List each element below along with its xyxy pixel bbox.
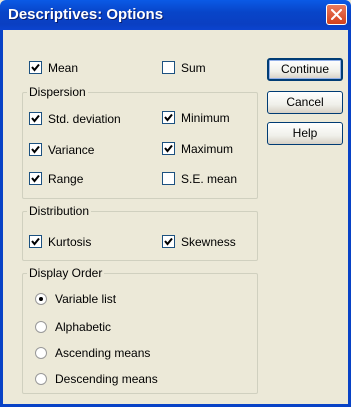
descending-means-radio-button[interactable]: [35, 373, 47, 385]
se-mean-checkbox-box[interactable]: [162, 172, 175, 185]
display-order-legend: Display Order: [27, 266, 105, 280]
variable-list-label: Variable list: [55, 292, 117, 306]
window-title: Descriptives: Options: [8, 6, 164, 23]
window-frame-left: [0, 30, 3, 407]
kurtosis-checkbox-box[interactable]: [29, 235, 42, 248]
range-checkbox-box[interactable]: [29, 172, 42, 185]
variable-list-radio-button[interactable]: [35, 293, 47, 305]
sum-label: Sum: [181, 61, 206, 75]
continue-button[interactable]: Continue: [267, 58, 343, 81]
ascending-means-label: Ascending means: [55, 346, 151, 360]
check-icon: [164, 237, 173, 246]
ascending-means-radio-button[interactable]: [35, 347, 47, 359]
check-icon: [31, 237, 40, 246]
minimum-checkbox-box[interactable]: [162, 111, 175, 124]
check-icon: [164, 144, 173, 153]
descending-means-label: Descending means: [55, 372, 158, 386]
alphabetic-label: Alphabetic: [55, 320, 112, 334]
std-deviation-checkbox-box[interactable]: [29, 112, 42, 125]
check-icon: [31, 174, 40, 183]
distribution-legend: Distribution: [27, 204, 92, 218]
close-icon: [331, 9, 342, 20]
sum-checkbox-box[interactable]: [162, 61, 175, 74]
dispersion-legend: Dispersion: [27, 85, 88, 99]
mean-checkbox-box[interactable]: [29, 61, 42, 74]
close-button[interactable]: [326, 4, 347, 25]
variance-checkbox-box[interactable]: [29, 143, 42, 156]
skewness-checkbox-box[interactable]: [162, 235, 175, 248]
help-button[interactable]: Help: [267, 122, 343, 145]
alphabetic-radio-button[interactable]: [35, 321, 47, 333]
mean-label: Mean: [48, 61, 79, 75]
variance-label: Variance: [48, 143, 95, 157]
check-icon: [164, 113, 173, 122]
check-icon: [31, 114, 40, 123]
range-label: Range: [48, 172, 84, 186]
skewness-label: Skewness: [181, 235, 236, 249]
title-bar: Descriptives: Options: [0, 0, 351, 30]
maximum-checkbox-box[interactable]: [162, 142, 175, 155]
kurtosis-label: Kurtosis: [48, 235, 92, 249]
check-icon: [31, 63, 40, 72]
std-deviation-label: Std. deviation: [48, 112, 121, 126]
check-icon: [31, 145, 40, 154]
cancel-button[interactable]: Cancel: [267, 91, 343, 114]
maximum-label: Maximum: [181, 142, 234, 156]
se-mean-label: S.E. mean: [181, 172, 238, 186]
minimum-label: Minimum: [181, 111, 230, 125]
